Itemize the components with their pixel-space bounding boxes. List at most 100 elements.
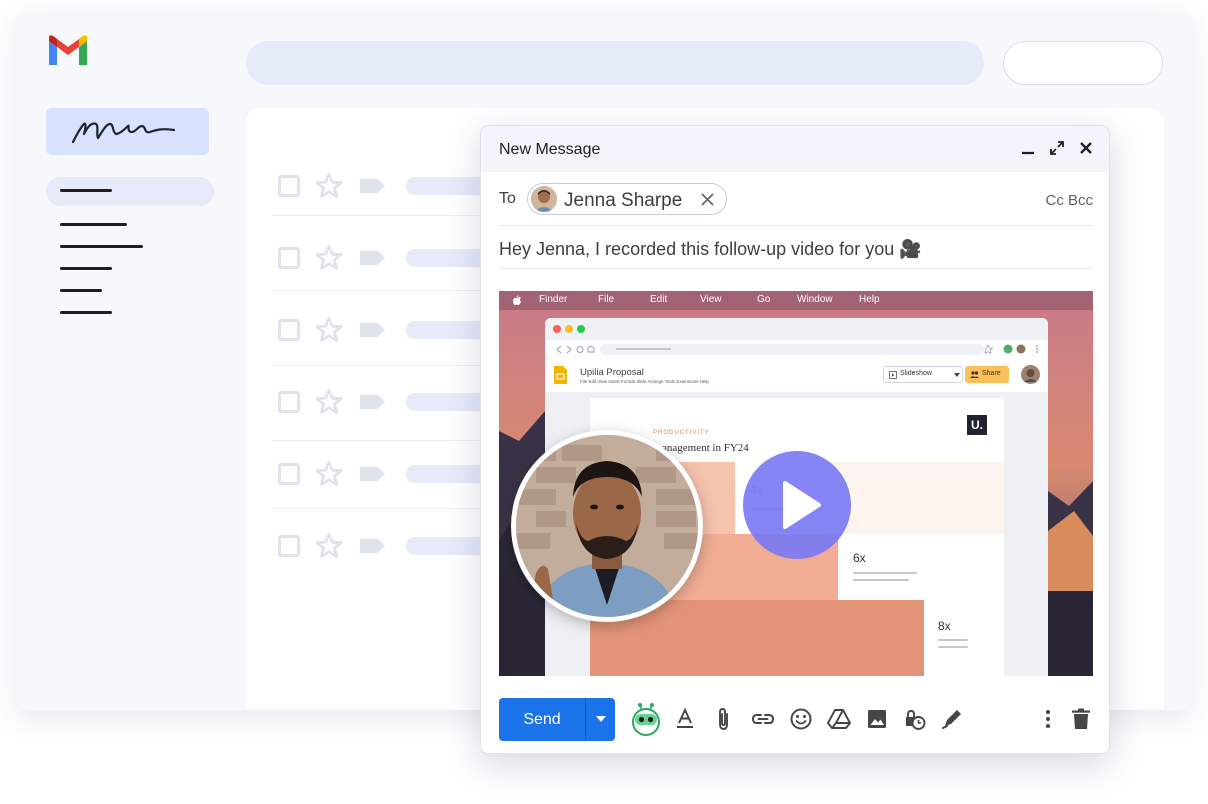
signature-icon[interactable]: [939, 706, 965, 732]
remove-recipient-icon[interactable]: [700, 192, 715, 207]
nav-line[interactable]: [60, 289, 102, 292]
inbox-row[interactable]: [272, 527, 516, 567]
webcam-bubble: [511, 430, 703, 622]
label-icon[interactable]: [358, 393, 386, 411]
checkbox[interactable]: [278, 247, 300, 269]
slide-kicker: PRODUCTIVITY: [653, 430, 710, 436]
image-icon[interactable]: [864, 706, 890, 732]
expand-icon[interactable]: [1048, 139, 1066, 157]
browser-nav-icons: [556, 345, 595, 354]
inbox-row[interactable]: [272, 383, 516, 423]
zoom-dot: [577, 325, 585, 333]
label-icon[interactable]: [358, 321, 386, 339]
play-button[interactable]: [743, 451, 851, 559]
play-icon: [783, 481, 821, 529]
menubar-item: Help: [859, 294, 880, 305]
menubar-item: File: [598, 294, 615, 305]
share-label: Share: [982, 369, 1001, 377]
text-format-icon[interactable]: [672, 706, 698, 732]
doc-menus: File Edit View Insert Format Slide Arran…: [580, 379, 709, 384]
star-icon[interactable]: [314, 315, 344, 345]
compose-window: New Message To Jenna Sharpe Cc Bcc Hey J…: [480, 125, 1110, 754]
nav-line[interactable]: [60, 267, 112, 270]
nav-line[interactable]: [60, 189, 112, 192]
multiplier-label: 8x: [938, 619, 951, 633]
recipient-name: Jenna Sharpe: [564, 190, 683, 211]
minimize-dot: [565, 325, 573, 333]
gmail-logo: [49, 35, 87, 65]
compose-header: New Message: [481, 126, 1109, 172]
loom-icon[interactable]: [631, 702, 661, 736]
placeholder-line: [853, 579, 909, 581]
drive-icon[interactable]: [826, 706, 852, 732]
mac-menubar: Finder File Edit View Go Window Help: [499, 291, 1093, 310]
placeholder-line: [938, 646, 968, 648]
nav-line[interactable]: [60, 223, 127, 226]
row-divider: [272, 215, 482, 216]
trash-icon[interactable]: [1068, 706, 1094, 732]
slideshow-button: Slideshow: [883, 366, 963, 383]
menubar-item: View: [700, 294, 722, 305]
avatar: [531, 186, 557, 212]
inbox-row[interactable]: [272, 455, 516, 495]
link-icon[interactable]: [750, 706, 776, 732]
confidential-mode-icon[interactable]: [901, 706, 927, 732]
avatar: [1021, 365, 1040, 384]
star-icon[interactable]: [314, 171, 344, 201]
search-bar[interactable]: [246, 41, 984, 85]
multiplier-label: 6x: [853, 551, 866, 565]
browser-tabbar: [545, 318, 1048, 340]
nav-line[interactable]: [60, 245, 143, 248]
nav-line[interactable]: [60, 311, 112, 314]
minimize-icon[interactable]: [1019, 139, 1037, 157]
recipient-chip[interactable]: Jenna Sharpe: [527, 183, 727, 215]
menubar-item: Go: [757, 294, 771, 305]
cc-bcc-link[interactable]: Cc Bcc: [1045, 192, 1093, 209]
company-logo: U.: [967, 415, 987, 435]
account-button[interactable]: [1003, 41, 1163, 85]
browser-extensions: [982, 342, 1045, 356]
checkbox[interactable]: [278, 319, 300, 341]
compose-title: New Message: [499, 141, 601, 158]
send-button[interactable]: Send: [499, 698, 585, 741]
star-icon[interactable]: [314, 243, 344, 273]
slideshow-label: Slideshow: [900, 370, 932, 377]
emoji-icon[interactable]: [788, 706, 814, 732]
send-options-button[interactable]: [585, 698, 615, 741]
presenter-face: [516, 435, 698, 617]
nav-item-inbox[interactable]: [46, 177, 214, 206]
star-icon[interactable]: [314, 459, 344, 489]
label-icon[interactable]: [358, 249, 386, 267]
inbox-row[interactable]: [272, 239, 516, 279]
compose-button[interactable]: [46, 108, 209, 155]
menubar-item: Edit: [650, 294, 668, 305]
chevron-down-icon: [954, 373, 960, 377]
checkbox[interactable]: [278, 175, 300, 197]
inbox-row[interactable]: [272, 167, 516, 207]
star-icon[interactable]: [314, 531, 344, 561]
close-icon[interactable]: [1077, 139, 1095, 157]
more-options-icon[interactable]: [1035, 706, 1061, 732]
menubar-item: Window: [797, 294, 833, 305]
label-icon[interactable]: [358, 177, 386, 195]
label-icon[interactable]: [358, 465, 386, 483]
close-dot: [553, 325, 561, 333]
doc-title: Upilia Proposal: [580, 367, 644, 378]
inbox-row[interactable]: [272, 311, 516, 351]
slideshow-icon: [889, 371, 897, 379]
subject-text: Hey Jenna, I recorded this follow-up vid…: [499, 239, 922, 259]
share-button: Share: [965, 366, 1009, 383]
slides-app-icon: [554, 366, 567, 384]
checkbox[interactable]: [278, 391, 300, 413]
attach-icon[interactable]: [711, 706, 737, 732]
placeholder-line: [938, 639, 968, 641]
star-icon[interactable]: [314, 387, 344, 417]
label-icon[interactable]: [358, 537, 386, 555]
checkbox[interactable]: [278, 535, 300, 557]
video-thumbnail[interactable]: Finder File Edit View Go Window Help Upi…: [499, 291, 1093, 676]
checkbox[interactable]: [278, 463, 300, 485]
row-divider: [272, 365, 482, 366]
subject-field[interactable]: Hey Jenna, I recorded this follow-up vid…: [499, 227, 1093, 269]
to-field[interactable]: To Jenna Sharpe Cc Bcc: [499, 172, 1093, 226]
placeholder-line: [853, 572, 917, 574]
